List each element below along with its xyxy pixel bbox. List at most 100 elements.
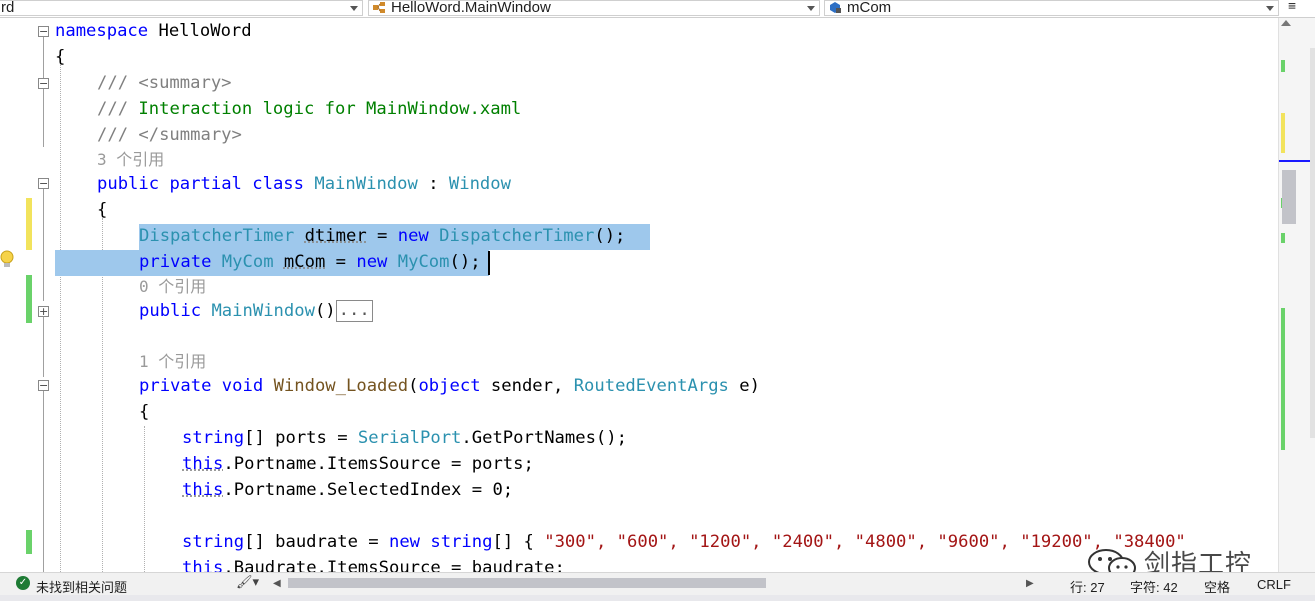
code-token: string [430,532,493,552]
code-token: Window_Loaded [273,376,409,396]
code-token: [] ports = [244,428,358,448]
code-token: mCom [283,252,326,272]
code-line: /// <summary> [97,70,232,96]
code-token: Window [448,174,511,194]
chevron-down-icon [350,6,358,11]
code-token: [] baudrate = [244,532,389,552]
code-token: (); [449,252,481,272]
lightbulb-icon[interactable] [0,250,14,270]
code-token: : [417,174,449,194]
code-token: .GetPortNames(); [461,428,627,448]
bottom-border [0,595,1315,601]
code-line: public partial class MainWindow : Window [97,171,511,197]
code-token: object [418,376,481,396]
collapse-namespace-toggle[interactable]: − [38,26,49,37]
code-line: this.Portname.SelectedIndex = 0; [182,477,513,503]
code-token: DispatcherTimer [439,226,595,246]
code-line: { [55,44,65,70]
collapsed-code-box[interactable]: ... [335,300,373,322]
overview-map [1310,48,1315,438]
doc-comment: /// </summary> [97,125,242,145]
code-token: this [182,558,224,572]
scroll-right-arrow-icon[interactable]: ▶ [1026,578,1034,589]
field-icon [830,2,841,13]
line-indicator[interactable]: 行: 27 [1070,577,1105,596]
code-token: void [221,376,264,396]
expand-constructor-toggle[interactable]: + [38,306,49,317]
scrollbar-thumb[interactable] [1282,170,1296,224]
class-icon [373,2,385,13]
code-token: [] { [492,532,545,552]
code-token: MainWindow [314,174,418,194]
member-dropdown[interactable]: mCom [824,0,1279,16]
code-line: string[] ports = SerialPort.GetPortNames… [182,425,627,451]
code-line: /// </summary> [97,122,242,148]
scroll-left-arrow-icon[interactable]: ◀ [273,578,281,589]
code-token: namespace [55,21,149,41]
collapse-summary-toggle[interactable]: − [38,78,49,89]
code-token: class [252,174,304,194]
doc-comment: Interaction logic for MainWindow.xaml [138,99,522,119]
collapse-class-toggle[interactable]: − [38,178,49,189]
wechat-logo-icon [1088,549,1136,572]
overview-change-marker [1281,60,1285,72]
change-marker-saved [26,530,32,554]
outline-line [43,37,44,147]
code-token: HelloWord [148,21,252,41]
text-cursor [488,251,490,275]
code-cleanup-icon[interactable]: 🖌▾ [236,575,259,590]
vertical-scrollbar[interactable] [1278,18,1315,572]
scroll-up-arrow-icon[interactable] [1281,20,1291,26]
code-token: string [182,428,245,448]
issues-status[interactable]: 未找到相关问题 [36,577,127,596]
code-token: private [139,376,212,396]
code-token: private [139,252,212,272]
project-dropdown-value: rd [1,0,15,16]
code-line: namespace HelloWord [55,18,252,44]
code-token: { [55,47,66,67]
indent-guide [144,426,145,572]
chevron-down-icon [807,6,815,11]
char-indicator[interactable]: 字符: 42 [1130,577,1178,596]
code-line: string[] baudrate = new string[] { "300"… [182,529,1186,555]
indent-guide [60,60,61,572]
code-token: = [325,252,357,272]
code-token: ( [408,376,419,396]
code-token: MyCom [397,252,450,272]
collapse-method-toggle[interactable]: − [38,380,49,391]
code-line: DispatcherTimer dtimer = new DispatcherT… [139,223,625,249]
code-token: partial [169,174,242,194]
code-token: DispatcherTimer [139,226,295,246]
code-line: this.Baudrate.ItemsSource = baudrate; [182,555,565,572]
member-dropdown-value: mCom [847,0,892,16]
code-token: () [314,301,336,321]
code-token: (); [594,226,626,246]
overview-change-marker [1281,113,1285,153]
code-line: this.Portname.ItemsSource = ports; [182,451,534,477]
change-marker-saved [26,275,32,323]
code-token: .Baudrate.ItemsSource = baudrate; [223,558,565,572]
code-token: this [182,480,224,500]
code-line: /// Interaction logic for MainWindow.xam… [97,96,521,122]
codelens-references[interactable]: 0 个引用 [139,275,206,299]
code-token: { [97,200,108,220]
whitespace-indicator[interactable]: 空格 [1204,577,1230,596]
code-line: private void Window_Loaded(object sender… [139,373,760,399]
code-token: public [139,301,202,321]
line-ending-indicator[interactable]: CRLF [1257,577,1291,592]
split-window-button[interactable]: ≡ [1284,0,1300,16]
watermark: 剑指工控 [1086,538,1278,572]
outline-line [43,391,44,572]
code-editor[interactable]: − − − + − namespace HelloWord { /// <sum… [0,18,1278,572]
editor-status-bar: ✓ 未找到相关问题 🖌▾ ◀ ▶ 行: 27 字符: 42 空格 CRLF [0,572,1315,596]
codelens-references[interactable]: 1 个引用 [139,350,206,374]
code-token: SerialPort [357,428,462,448]
overview-change-marker [1281,308,1285,450]
code-token: e) [728,376,760,396]
horizontal-scrollbar-thumb[interactable] [288,578,766,588]
code-line: { [97,197,107,223]
class-dropdown[interactable]: HelloWord.MainWindow [368,0,820,16]
project-dropdown[interactable]: rd [0,0,363,16]
codelens-references[interactable]: 3 个引用 [97,148,164,172]
code-token: MyCom [221,252,274,272]
